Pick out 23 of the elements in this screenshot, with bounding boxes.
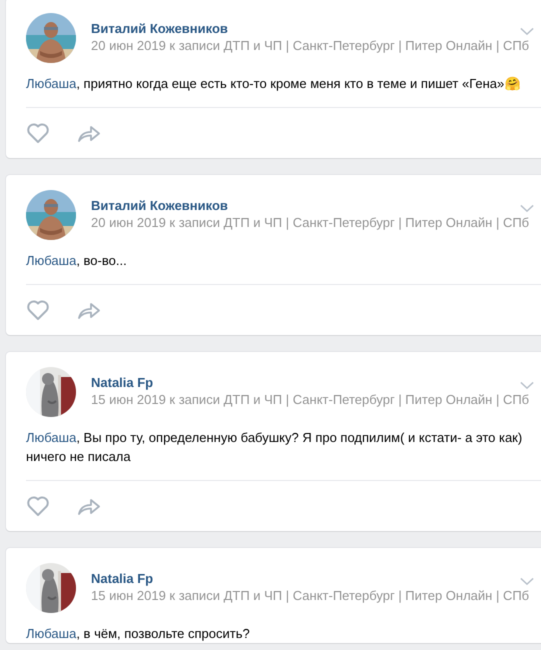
chevron-down-icon[interactable] <box>520 381 534 390</box>
comment-meta: 20 июн 2019 к записи ДТП и ЧП | Санкт-Петербург | Питер Онлайн | СПб <box>91 37 530 54</box>
comment-text: Любаша, в чём, позвольте спросить? <box>26 625 251 643</box>
author-name[interactable]: Natalia Fp <box>91 374 154 391</box>
author-name[interactable]: Виталий Кожевников <box>91 20 228 37</box>
mention-link[interactable]: Любаша <box>26 253 76 268</box>
comment-text: Любаша, во-во... <box>26 252 128 270</box>
chevron-down-icon[interactable] <box>520 27 534 36</box>
mention-link[interactable]: Любаша <box>26 626 76 641</box>
comment-text: Любаша, приятно когда еще есть кто-то кроме меня кто в теме и пишет «Гена»🤗 <box>26 75 522 93</box>
like-button[interactable] <box>26 495 50 517</box>
author-name[interactable]: Виталий Кожевников <box>91 197 228 214</box>
chevron-down-icon[interactable] <box>520 577 534 586</box>
mention-link[interactable]: Любаша <box>26 76 76 91</box>
comment-meta: 15 июн 2019 к записи ДТП и ЧП | Санкт-Петербург | Питер Онлайн | СПб <box>91 391 530 408</box>
chevron-down-icon[interactable] <box>520 204 534 213</box>
author-name[interactable]: Natalia Fp <box>91 570 154 587</box>
like-button[interactable] <box>26 299 50 321</box>
comment-meta: 20 июн 2019 к записи ДТП и ЧП | Санкт-Петербург | Питер Онлайн | СПб <box>91 214 530 231</box>
comment-meta: 15 июн 2019 к записи ДТП и ЧП | Санкт-Петербург | Питер Онлайн | СПб <box>91 587 530 604</box>
like-button[interactable] <box>26 122 50 144</box>
comment-text: Любаша, Вы про ту, определенную бабушку? Я про подпилим( и кстати- а это как) ничего не писала <box>26 429 524 466</box>
mention-link[interactable]: Любаша <box>26 430 76 445</box>
